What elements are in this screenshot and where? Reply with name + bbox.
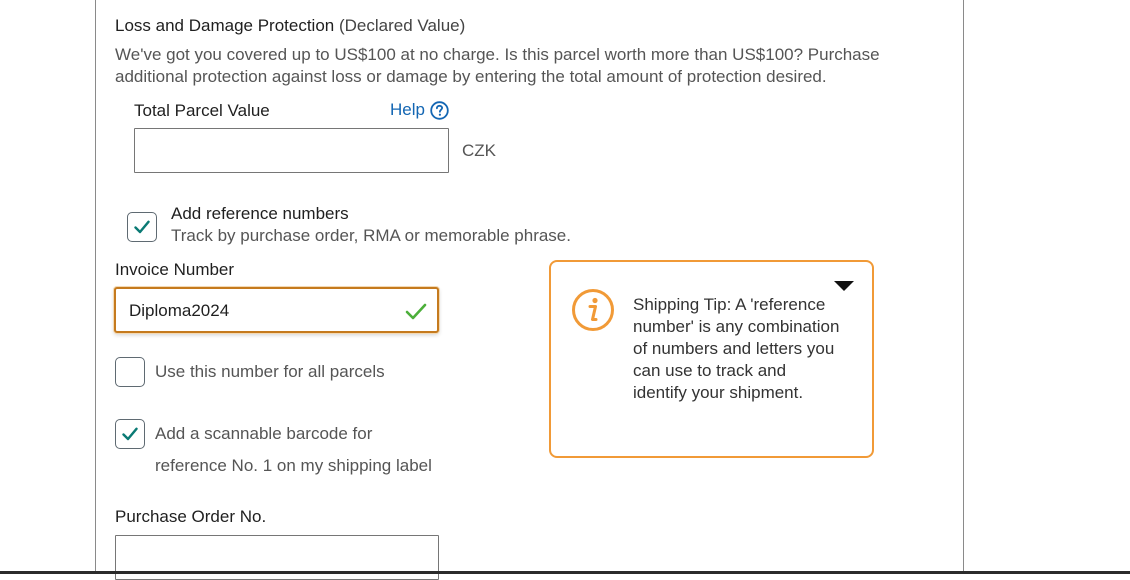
- help-question-icon[interactable]: [430, 100, 449, 120]
- parcel-value-input[interactable]: [134, 128, 449, 173]
- checkmark-icon: [122, 427, 138, 441]
- invoice-number-input[interactable]: Diploma2024: [114, 287, 439, 333]
- invoice-number-label: Invoice Number: [115, 260, 235, 279]
- add-reference-checkbox[interactable]: [127, 212, 157, 242]
- shipping-tip-heading: Shipping Tip:: [633, 295, 732, 314]
- protection-title: Loss and Damage Protection (Declared Val…: [115, 16, 465, 36]
- use-for-all-label: Use this number for all parcels: [155, 362, 385, 381]
- valid-check-icon: [405, 303, 427, 325]
- add-reference-title: Add reference numbers: [171, 204, 349, 223]
- protection-title-text: Loss and Damage Protection: [115, 16, 335, 35]
- protection-title-suffix: (Declared Value): [338, 16, 466, 35]
- help-label: Help: [390, 100, 425, 119]
- info-icon: [571, 288, 615, 337]
- collapse-caret-icon[interactable]: [834, 281, 854, 291]
- barcode-label-line2: reference No. 1 on my shipping label: [155, 456, 432, 475]
- parcel-value-label: Total Parcel Value: [134, 101, 270, 120]
- help-link[interactable]: Help: [390, 100, 449, 120]
- purchase-order-label: Purchase Order No.: [115, 507, 267, 526]
- add-reference-subtitle: Track by purchase order, RMA or memorabl…: [171, 226, 571, 245]
- barcode-label-line1: Add a scannable barcode for: [155, 424, 373, 443]
- protection-description: We've got you covered up to US$100 at no…: [115, 45, 880, 86]
- shipping-tip-box: Shipping Tip: A 'reference number' is an…: [549, 260, 874, 458]
- currency-label: CZK: [462, 141, 496, 160]
- checkmark-icon: [134, 220, 150, 234]
- shipping-tip-text: Shipping Tip: A 'reference number' is an…: [633, 294, 843, 404]
- use-for-all-checkbox[interactable]: [115, 357, 145, 387]
- invoice-number-value: Diploma2024: [129, 301, 230, 320]
- barcode-checkbox[interactable]: [115, 419, 145, 449]
